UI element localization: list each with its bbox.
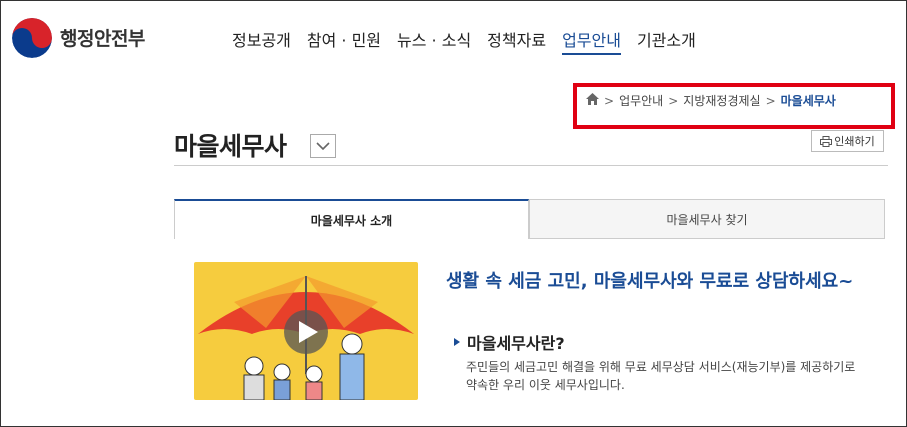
tab-find[interactable]: 마을세무사 찾기	[529, 199, 885, 239]
print-button[interactable]: 인쇄하기	[811, 130, 884, 152]
breadcrumb: > 업무안내 > 지방재정경제실 > 마을세무사	[586, 92, 836, 109]
content-description: 주민들의 세금고민 해결을 위해 무료 세무상담 서비스(재능기부)를 제공하기…	[466, 360, 856, 392]
government-logo-icon[interactable]	[12, 18, 52, 58]
content-headline: 생활 속 세금 고민, 마을세무사와 무료로 상담하세요~	[446, 271, 854, 292]
page-title: 마을세무사	[174, 132, 287, 161]
chevron-down-icon	[316, 141, 330, 150]
breadcrumb-item-business[interactable]: 업무안내	[619, 92, 663, 109]
tab-introduction[interactable]: 마을세무사 소개	[174, 199, 529, 239]
breadcrumb-item-finance[interactable]: 지방재정경제실	[683, 92, 760, 109]
nav-item-policy[interactable]: 정책자료	[487, 27, 546, 55]
bullet-icon	[454, 338, 460, 346]
content-subhead: 마을세무사란?	[454, 330, 565, 354]
print-label: 인쇄하기	[834, 135, 875, 148]
nav-item-news[interactable]: 뉴스 · 소식	[397, 27, 471, 55]
nav-item-info[interactable]: 정보공개	[232, 27, 291, 55]
printer-icon	[820, 135, 833, 147]
video-thumbnail[interactable]	[194, 262, 418, 400]
breadcrumb-separator: >	[604, 93, 615, 108]
divider	[174, 165, 888, 166]
subhead-text: 마을세무사란?	[467, 334, 565, 353]
main-nav: 정보공개 참여 · 민원 뉴스 · 소식 정책자료 업무안내 기관소개	[232, 27, 712, 55]
breadcrumb-separator: >	[765, 93, 776, 108]
home-icon[interactable]	[586, 93, 599, 108]
breadcrumb-current: 마을세무사	[780, 94, 836, 108]
title-dropdown-button[interactable]	[310, 134, 336, 158]
nav-item-about[interactable]: 기관소개	[637, 27, 696, 55]
nav-item-participation[interactable]: 참여 · 민원	[307, 27, 381, 55]
breadcrumb-separator: >	[668, 93, 679, 108]
nav-item-business[interactable]: 업무안내	[562, 27, 621, 55]
org-name[interactable]: 행정안전부	[60, 24, 145, 51]
